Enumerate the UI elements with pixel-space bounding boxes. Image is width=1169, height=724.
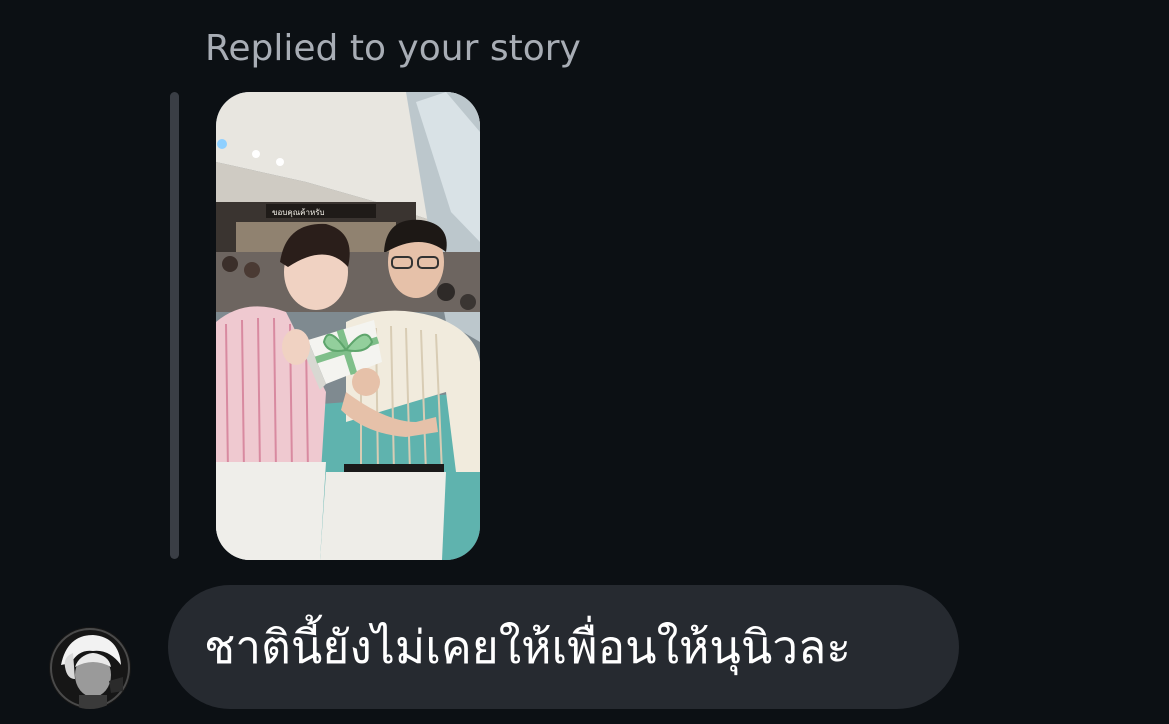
reply-indicator-bar bbox=[170, 92, 179, 559]
story-thumbnail[interactable]: ขอบคุณค้าหรับ bbox=[216, 92, 480, 560]
message-bubble[interactable]: ชาตินี้ยังไม่เคยให้เพื่อนให้นุนิวละ bbox=[168, 585, 959, 709]
story-sign-text: ขอบคุณค้าหรับ bbox=[272, 208, 325, 217]
replied-to-story-label: Replied to your story bbox=[205, 28, 581, 69]
message-text: ชาตินี้ยังไม่เคยให้เพื่อนให้นุนิวละ bbox=[204, 620, 851, 674]
avatar-image bbox=[49, 627, 131, 709]
direct-message-thread: Replied to your story ขอบคุณค้าหรับ ชาติ… bbox=[0, 0, 1169, 724]
story-photo-image: ขอบคุณค้าหรับ bbox=[216, 92, 480, 560]
sender-avatar[interactable] bbox=[49, 627, 131, 709]
